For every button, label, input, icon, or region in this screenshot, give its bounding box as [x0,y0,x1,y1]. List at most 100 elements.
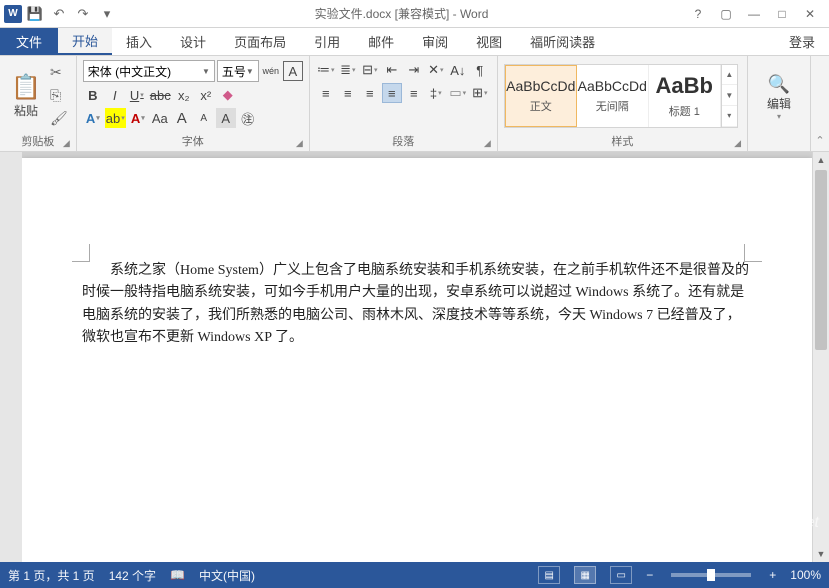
maximize-icon[interactable]: □ [769,3,795,25]
document-area: 系统之家（Home System）广义上包含了电脑系统安装和手机系统安装，在之前… [0,152,829,562]
group-clipboard: 📋 粘贴 ✂ ⎘ 🖌 剪贴板◢ [0,56,77,151]
scroll-down-icon[interactable]: ▼ [813,546,829,562]
tab-view[interactable]: 视图 [462,28,516,55]
tab-design[interactable]: 设计 [166,28,220,55]
char-shading-icon[interactable]: A [216,108,236,128]
page-scroll[interactable]: 系统之家（Home System）广义上包含了电脑系统安装和手机系统安装，在之前… [22,152,812,562]
align-right-icon[interactable]: ≡ [360,83,380,103]
group-editing: 🔍 编辑 ▾ [748,56,811,151]
char-border-icon[interactable]: A [283,61,303,81]
editing-button[interactable]: 🔍 编辑 ▾ [754,60,804,135]
multilevel-list-icon[interactable]: ⊟▾ [360,60,380,80]
find-icon: 🔍 [768,74,790,95]
style-expand-icon[interactable]: ▾ [722,106,737,127]
tab-review[interactable]: 审阅 [408,28,462,55]
tab-foxit[interactable]: 福昕阅读器 [516,28,609,55]
help-icon[interactable]: ? [685,3,711,25]
style-normal[interactable]: AaBbCcDd 正文 [505,65,577,127]
qat-customize-icon[interactable]: ▾ [96,3,118,25]
zoom-out-icon[interactable]: − [646,568,653,582]
tab-insert[interactable]: 插入 [112,28,166,55]
superscript-button[interactable]: x² [196,85,216,105]
subscript-button[interactable]: x₂ [174,85,194,105]
font-name-combo[interactable]: 宋体 (中文正文)▼ [83,60,215,82]
styles-launcher-icon[interactable]: ◢ [734,138,741,149]
redo-icon[interactable]: ↷ [72,3,94,25]
format-painter-icon[interactable]: 🖌 [48,108,70,129]
cut-icon[interactable]: ✂ [48,62,70,83]
line-spacing-icon[interactable]: ‡▾ [426,83,446,103]
enclose-char-icon[interactable]: ㊟ [238,108,258,128]
align-left-icon[interactable]: ≡ [316,83,336,103]
status-bar: 第 1 页，共 1 页 142 个字 📖 中文(中国) ▤ ▦ ▭ − + 10… [0,562,829,588]
change-case-button[interactable]: Aa [150,108,170,128]
align-distribute-icon[interactable]: ≡ [404,83,424,103]
paste-button[interactable]: 📋 粘贴 [6,60,46,131]
font-color-button[interactable]: A▾ [128,108,148,128]
style-scroll-up-icon[interactable]: ▲ [722,65,737,86]
tab-home[interactable]: 开始 [58,28,112,55]
status-page[interactable]: 第 1 页，共 1 页 [8,567,95,584]
status-word-count[interactable]: 142 个字 [109,567,156,584]
bold-button[interactable]: B [83,85,103,105]
body-paragraph[interactable]: 系统之家（Home System）广义上包含了电脑系统安装和手机系统安装，在之前… [82,260,752,350]
italic-button[interactable]: I [105,85,125,105]
style-heading1[interactable]: AaBb 标题 1 [649,65,721,127]
shading-icon[interactable]: ▭▾ [448,83,468,103]
show-marks-icon[interactable]: ¶ [470,60,490,80]
tab-references[interactable]: 引用 [300,28,354,55]
underline-button[interactable]: U▾ [127,85,147,105]
asian-layout-icon[interactable]: ✕▾ [426,60,446,80]
numbering-icon[interactable]: ≣▾ [338,60,358,80]
bullets-icon[interactable]: ≔▾ [316,60,336,80]
status-language[interactable]: 中文(中国) [199,567,255,584]
view-read-icon[interactable]: ▤ [538,566,560,584]
view-print-icon[interactable]: ▦ [574,566,596,584]
scroll-thumb[interactable] [815,170,827,350]
ribbon-tabs: 文件 开始 插入 设计 页面布局 引用 邮件 审阅 视图 福昕阅读器 登录 [0,28,829,56]
strikethrough-button[interactable]: abc [149,85,172,105]
increase-indent-icon[interactable]: ⇥ [404,60,424,80]
ribbon-display-options-icon[interactable]: ▢ [713,3,739,25]
font-launcher-icon[interactable]: ◢ [296,138,303,149]
phonetic-guide-icon[interactable]: wén [261,61,281,81]
window-title: 实验文件.docx [兼容模式] - Word [118,5,685,22]
sort-icon[interactable]: A↓ [448,60,468,80]
font-size-combo[interactable]: 五号▼ [217,60,259,82]
scroll-up-icon[interactable]: ▲ [813,152,829,168]
copy-icon[interactable]: ⎘ [48,85,70,106]
zoom-slider-thumb[interactable] [707,569,715,581]
align-justify-icon[interactable]: ≡ [382,83,402,103]
tab-file[interactable]: 文件 [0,28,58,55]
minimize-icon[interactable]: — [741,3,767,25]
tab-mailings[interactable]: 邮件 [354,28,408,55]
grow-font-button[interactable]: A [172,108,192,128]
vertical-scrollbar[interactable]: ▲ ▼ [812,152,829,562]
document-page[interactable]: 系统之家（Home System）广义上包含了电脑系统安装和手机系统安装，在之前… [22,158,812,562]
style-scroll-down-icon[interactable]: ▼ [722,85,737,106]
word-app-icon: W [4,5,22,23]
align-center-icon[interactable]: ≡ [338,83,358,103]
undo-icon[interactable]: ↶ [48,3,70,25]
quick-access-toolbar: W 💾 ↶ ↷ ▾ [0,3,118,25]
clear-format-icon[interactable]: ◆ [218,85,238,105]
text-effects-button[interactable]: A▾ [83,108,103,128]
decrease-indent-icon[interactable]: ⇤ [382,60,402,80]
view-web-icon[interactable]: ▭ [610,566,632,584]
status-proofing-icon[interactable]: 📖 [170,568,185,582]
zoom-slider[interactable] [671,573,751,577]
highlight-button[interactable]: ab▾ [105,108,126,128]
tab-layout[interactable]: 页面布局 [220,28,300,55]
close-icon[interactable]: ✕ [797,3,823,25]
zoom-level[interactable]: 100% [790,568,821,582]
shrink-font-button[interactable]: A [194,108,214,128]
borders-icon[interactable]: ⊞▾ [470,83,490,103]
ribbon: 📋 粘贴 ✂ ⎘ 🖌 剪贴板◢ 宋体 (中文正文)▼ 五号▼ wén A B I… [0,56,829,152]
style-no-spacing[interactable]: AaBbCcDd 无间隔 [577,65,649,127]
sign-in-button[interactable]: 登录 [775,28,829,55]
save-icon[interactable]: 💾 [24,3,46,25]
paragraph-launcher-icon[interactable]: ◢ [484,138,491,149]
collapse-ribbon-icon[interactable]: ⌃ [811,56,829,151]
clipboard-launcher-icon[interactable]: ◢ [63,138,70,149]
zoom-in-icon[interactable]: + [769,568,776,582]
